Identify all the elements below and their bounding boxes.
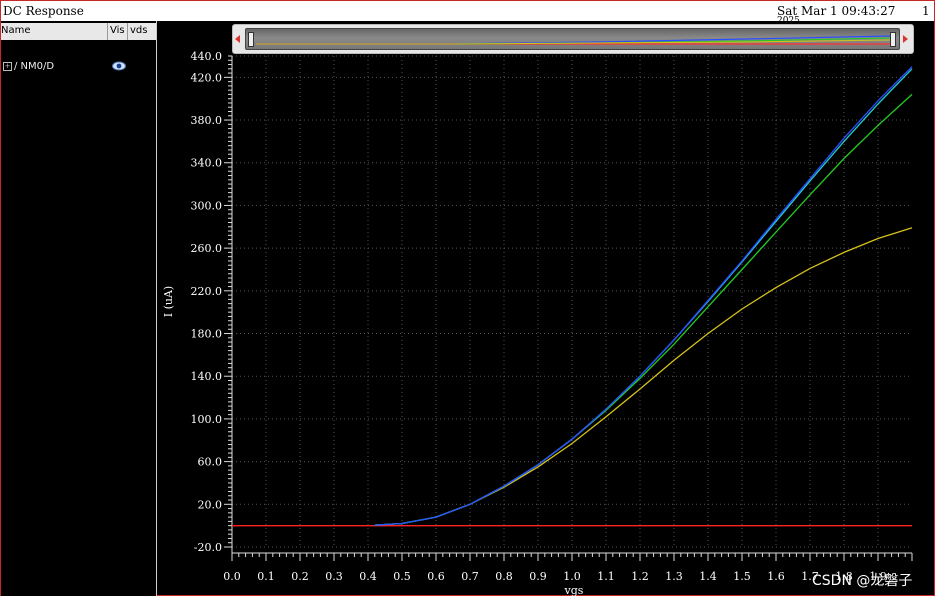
x-tick-label: 0.4 — [359, 570, 377, 583]
scroll-handle-left[interactable] — [248, 32, 254, 47]
x-tick-label: 0.8 — [495, 570, 513, 583]
scroll-handle-right[interactable] — [890, 32, 896, 47]
x-tick-label: 0.0 — [223, 570, 241, 583]
watermark: CSDN @龙磐子 — [812, 573, 913, 589]
dc-response-chart: -20.0 20.0 60.0 100.0 140.0 180.0 220.0 260.0 30… — [162, 50, 913, 596]
series-line-1 — [374, 227, 913, 526]
x-tick-label: 1.4 — [699, 570, 717, 583]
series-line-3 — [374, 68, 913, 526]
scroll-right-icon[interactable] — [903, 35, 908, 43]
x-tick-label: 0.3 — [325, 570, 343, 583]
series-line-4 — [374, 66, 913, 526]
x-tick-label: 0.7 — [461, 570, 479, 583]
y-tick-label: -20.0 — [194, 541, 222, 554]
series-line-2 — [374, 93, 913, 526]
x-tick-label: 1.1 — [597, 570, 615, 583]
x-tick-label: 0.1 — [257, 570, 275, 583]
y-tick-label: 420.0 — [191, 71, 223, 84]
x-axis-label: vgs — [564, 584, 584, 596]
x-tick-label: 0.6 — [427, 570, 445, 583]
y-tick-label: 60.0 — [198, 456, 223, 469]
y-tick-label: 220.0 — [191, 285, 223, 298]
y-tick-label: 260.0 — [191, 242, 223, 255]
x-tick-label: 1.0 — [563, 570, 581, 583]
y-tick-label: 440.0 — [191, 50, 223, 63]
y-tick-label: 340.0 — [191, 157, 223, 170]
x-tick-label: 0.9 — [529, 570, 547, 583]
x-tick-label: 0.5 — [393, 570, 411, 583]
y-tick-label: 20.0 — [198, 498, 223, 511]
x-tick-label: 1.2 — [631, 570, 649, 583]
y-tick-label: 380.0 — [191, 114, 223, 127]
scroll-left-icon[interactable] — [235, 35, 240, 43]
y-tick-label: 140.0 — [191, 370, 223, 383]
scrollbar-thumb[interactable] — [245, 28, 900, 50]
overview-preview — [256, 35, 892, 45]
y-tick-label: 180.0 — [191, 328, 223, 341]
y-tick-label: 100.0 — [191, 413, 223, 426]
x-tick-label: 1.3 — [665, 570, 683, 583]
x-tick-label: 1.5 — [733, 570, 751, 583]
y-tick-label: 300.0 — [191, 199, 223, 212]
x-tick-label: 1.6 — [767, 570, 785, 583]
y-axis-label: I (uA) — [162, 286, 175, 317]
x-tick-label: 0.2 — [291, 570, 309, 583]
